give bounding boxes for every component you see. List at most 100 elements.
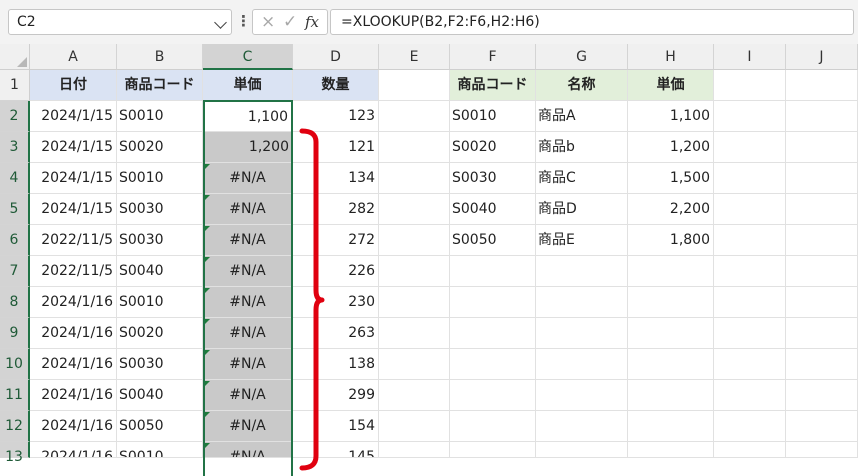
cell[interactable] — [786, 411, 858, 442]
column-header-i[interactable]: I — [714, 44, 786, 70]
column-header-h[interactable]: H — [628, 44, 714, 70]
quantity-cell[interactable]: 272 — [293, 225, 379, 256]
formula-input[interactable]: =XLOOKUP(B2,F2:F6,H2:H6) — [330, 9, 854, 35]
lookup-code-cell[interactable]: S0050 — [450, 225, 536, 256]
column-header-b[interactable]: B — [117, 44, 203, 70]
lookup-code-cell[interactable]: S0020 — [450, 132, 536, 163]
cell[interactable] — [628, 442, 714, 458]
column-header-a[interactable]: A — [30, 44, 117, 70]
date-cell[interactable]: 2024/1/16 — [30, 442, 117, 458]
lookup-header-unit-price[interactable]: 単価 — [628, 70, 714, 101]
date-cell[interactable]: 2022/11/5 — [30, 225, 117, 256]
lookup-code-cell[interactable]: S0030 — [450, 163, 536, 194]
date-cell[interactable]: 2024/1/15 — [30, 163, 117, 194]
cell[interactable] — [379, 256, 450, 287]
row-header-10[interactable]: 10 — [0, 349, 30, 380]
lookup-price-cell[interactable]: 1,100 — [628, 101, 714, 132]
error-cell[interactable]: #N/A — [203, 442, 293, 458]
cell[interactable] — [786, 287, 858, 318]
product-code-cell[interactable]: S0030 — [117, 225, 203, 256]
cell[interactable] — [786, 380, 858, 411]
lookup-price-cell[interactable]: 1,200 — [628, 132, 714, 163]
cell[interactable] — [379, 380, 450, 411]
cell[interactable] — [628, 318, 714, 349]
date-cell[interactable]: 2024/1/16 — [30, 318, 117, 349]
cell[interactable] — [536, 318, 628, 349]
cell[interactable] — [714, 318, 786, 349]
row-header-2[interactable]: 2 — [0, 101, 30, 132]
cell[interactable] — [786, 256, 858, 287]
date-cell[interactable]: 2024/1/15 — [30, 101, 117, 132]
cell[interactable] — [536, 349, 628, 380]
cell[interactable] — [450, 442, 536, 458]
cell[interactable] — [379, 132, 450, 163]
product-code-cell[interactable]: S0020 — [117, 318, 203, 349]
formula-text[interactable]: =XLOOKUP(B2,F2:F6,H2:H6) — [341, 14, 540, 30]
error-cell[interactable]: #N/A — [203, 256, 293, 287]
cancel-icon[interactable]: × — [261, 12, 275, 32]
cell[interactable] — [714, 287, 786, 318]
cell[interactable] — [714, 163, 786, 194]
quantity-cell[interactable]: 230 — [293, 287, 379, 318]
insert-function-icon[interactable]: fx — [305, 13, 319, 31]
row-header-9[interactable]: 9 — [0, 318, 30, 349]
cell[interactable] — [714, 132, 786, 163]
cell[interactable] — [786, 318, 858, 349]
error-cell[interactable]: #N/A — [203, 318, 293, 349]
quantity-cell[interactable]: 123 — [293, 101, 379, 132]
cell[interactable] — [379, 70, 450, 101]
column-header-c[interactable]: C — [203, 44, 293, 70]
row-header-7[interactable]: 7 — [0, 256, 30, 287]
lookup-header-name[interactable]: 名称 — [536, 70, 628, 101]
cell[interactable] — [536, 287, 628, 318]
name-box-value[interactable]: C2 — [17, 14, 36, 30]
cell[interactable] — [379, 349, 450, 380]
cell[interactable] — [536, 256, 628, 287]
enter-icon[interactable]: ✓ — [283, 12, 297, 32]
quantity-cell[interactable]: 282 — [293, 194, 379, 225]
unit-price-cell[interactable]: 1,200 — [203, 132, 293, 163]
lookup-price-cell[interactable]: 1,500 — [628, 163, 714, 194]
date-cell[interactable]: 2024/1/15 — [30, 194, 117, 225]
lookup-price-cell[interactable]: 2,200 — [628, 194, 714, 225]
cell[interactable] — [379, 225, 450, 256]
date-cell[interactable]: 2024/1/16 — [30, 349, 117, 380]
cell[interactable] — [379, 411, 450, 442]
cell[interactable] — [786, 194, 858, 225]
cell[interactable] — [628, 256, 714, 287]
date-cell[interactable]: 2022/11/5 — [30, 256, 117, 287]
cell[interactable] — [628, 411, 714, 442]
column-header-f[interactable]: F — [450, 44, 536, 70]
row-header-11[interactable]: 11 — [0, 380, 30, 411]
row-header-8[interactable]: 8 — [0, 287, 30, 318]
row-header-5[interactable]: 5 — [0, 194, 30, 225]
cell[interactable] — [714, 256, 786, 287]
cell[interactable] — [786, 442, 858, 458]
date-cell[interactable]: 2024/1/16 — [30, 287, 117, 318]
chevron-down-icon[interactable] — [214, 16, 227, 29]
cell[interactable] — [714, 225, 786, 256]
error-cell[interactable]: #N/A — [203, 194, 293, 225]
cell[interactable] — [714, 380, 786, 411]
product-code-cell[interactable]: S0010 — [117, 101, 203, 132]
cell[interactable] — [450, 349, 536, 380]
vertical-dots-icon[interactable]: ⋮ — [236, 12, 251, 30]
cell[interactable] — [786, 132, 858, 163]
cell[interactable] — [714, 101, 786, 132]
lookup-name-cell[interactable]: 商品A — [536, 101, 628, 132]
cell[interactable] — [628, 349, 714, 380]
product-code-cell[interactable]: S0040 — [117, 380, 203, 411]
row-header-12[interactable]: 12 — [0, 411, 30, 442]
date-cell[interactable]: 2024/1/16 — [30, 380, 117, 411]
cell[interactable] — [786, 163, 858, 194]
column-header-j[interactable]: J — [786, 44, 858, 70]
product-code-cell[interactable]: S0010 — [117, 163, 203, 194]
product-code-cell[interactable]: S0030 — [117, 349, 203, 380]
spreadsheet-grid[interactable]: A B C D E F G H I J 1 2 3 4 5 6 7 8 9 10 11 12 13 日付 商品コード 単価 数量 商品… — [0, 44, 858, 476]
error-cell[interactable]: #N/A — [203, 163, 293, 194]
select-all-button[interactable] — [0, 44, 30, 70]
lookup-code-cell[interactable]: S0040 — [450, 194, 536, 225]
cell[interactable] — [379, 194, 450, 225]
cell[interactable] — [450, 256, 536, 287]
cell[interactable] — [786, 70, 858, 101]
